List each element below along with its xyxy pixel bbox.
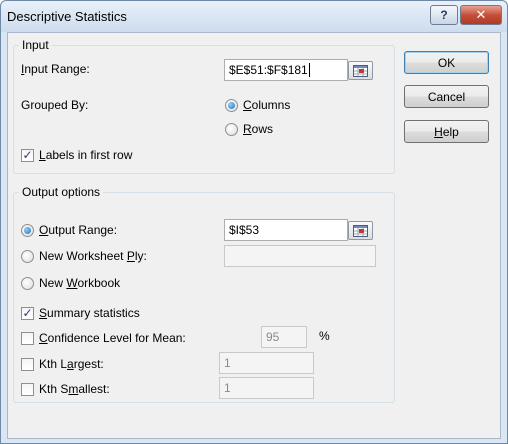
title-help-button[interactable]: ? [430,5,458,25]
new-workbook-radio[interactable] [21,277,34,290]
new-workbook-label[interactable]: New Workbook [39,276,120,290]
input-group-legend: Input [22,38,49,52]
labels-first-row-checkbox[interactable]: ✓ [21,149,34,162]
output-range-radio[interactable] [21,224,34,237]
dialog-window: Descriptive Statistics ? ✕ Input Input R… [0,0,508,444]
labels-first-row-label[interactable]: Labels in first row [39,148,132,162]
ok-button[interactable]: OK [404,51,489,74]
new-worksheet-field[interactable] [224,245,376,267]
kth-largest-field[interactable]: 1 [219,352,314,374]
kth-smallest-checkbox[interactable] [21,383,34,396]
help-button[interactable]: Help [404,120,489,143]
grouped-rows-label[interactable]: Rows [243,122,273,136]
title-bar[interactable]: Descriptive Statistics ? ✕ [1,1,507,32]
grouped-rows-radio[interactable] [225,123,238,136]
question-icon: ? [440,8,448,22]
confidence-level-field[interactable]: 95 [261,326,307,348]
grouped-columns-radio[interactable] [225,99,238,112]
title-close-button[interactable]: ✕ [460,5,502,25]
output-range-label[interactable]: Output Range: [39,223,117,237]
output-range-collapse-button[interactable] [348,221,373,240]
input-range-field[interactable]: $E$51:$F$181 [224,59,348,81]
cancel-button[interactable]: Cancel [404,85,489,108]
new-worksheet-label[interactable]: New Worksheet Ply: [39,249,147,263]
dialog-title: Descriptive Statistics [7,9,127,24]
kth-largest-label[interactable]: Kth Largest: [39,357,104,371]
output-options-legend: Output options [22,185,101,199]
dialog-body: Input Input Range: $E$51:$F$181 Grouped … [7,32,501,439]
input-range-collapse-button[interactable] [348,61,373,80]
confidence-percent-label: % [319,329,330,343]
output-range-field[interactable]: $I$53 [224,219,348,241]
input-range-label: Input Range: [21,62,90,76]
kth-smallest-label[interactable]: Kth Smallest: [39,382,110,396]
range-selector-icon [353,64,368,77]
confidence-level-checkbox[interactable] [21,332,34,345]
new-worksheet-radio[interactable] [21,250,34,263]
confidence-level-label[interactable]: Confidence Level for Mean: [39,331,186,345]
grouped-columns-label[interactable]: Columns [243,98,290,112]
kth-smallest-field[interactable]: 1 [219,377,314,399]
range-selector-icon [353,224,368,237]
close-icon: ✕ [475,7,487,22]
kth-largest-checkbox[interactable] [21,358,34,371]
grouped-by-label: Grouped By: [21,98,89,112]
summary-statistics-label[interactable]: Summary statistics [39,306,140,320]
summary-statistics-checkbox[interactable]: ✓ [21,307,34,320]
